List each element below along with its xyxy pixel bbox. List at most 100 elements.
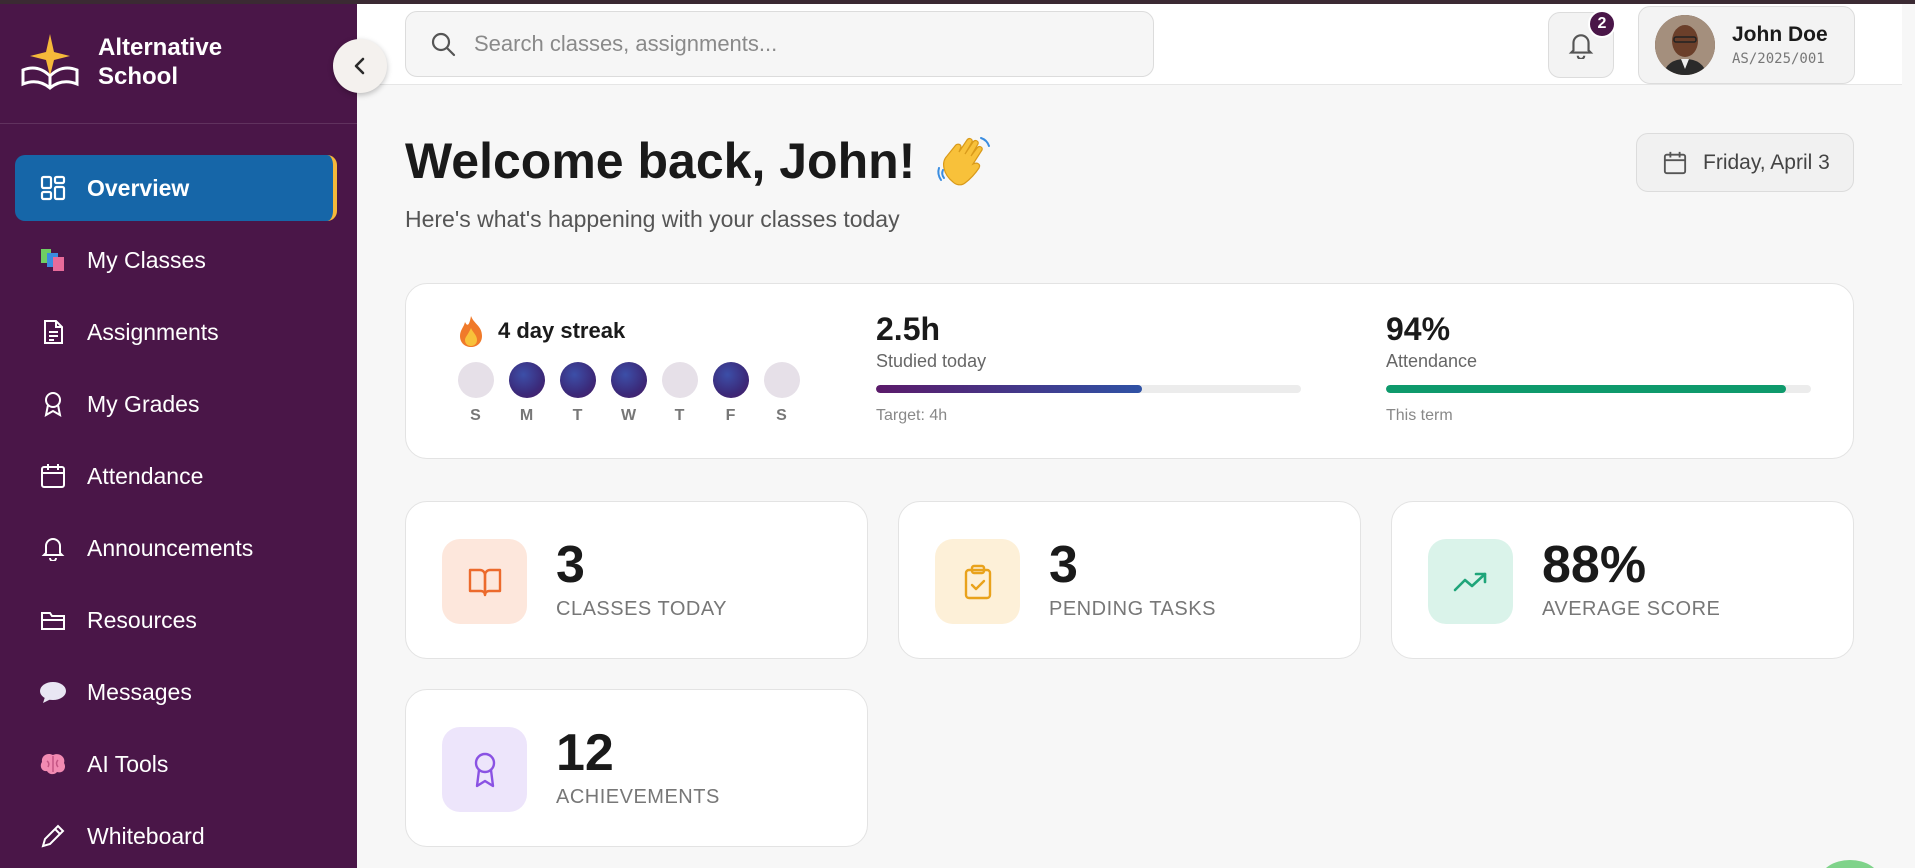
average-score-label: AVERAGE SCORE bbox=[1542, 598, 1721, 620]
attendance-progress-bar bbox=[1386, 385, 1811, 393]
average-score-card[interactable]: 88% AVERAGE SCORE bbox=[1391, 501, 1854, 659]
date-button[interactable]: Friday, April 3 bbox=[1636, 133, 1854, 192]
school-logo-icon bbox=[21, 34, 79, 90]
sidebar-item-label: Overview bbox=[87, 174, 190, 201]
card-icon-box bbox=[442, 539, 527, 624]
attendance-label: Attendance bbox=[1386, 351, 1478, 371]
sidebar-item-assignments[interactable]: Assignments bbox=[15, 299, 337, 365]
sidebar-item-attendance[interactable]: Attendance bbox=[15, 443, 337, 509]
average-score-value: 88% bbox=[1542, 536, 1647, 594]
attendance-note: This term bbox=[1386, 407, 1453, 424]
streak-day: T bbox=[552, 362, 603, 425]
sidebar-item-label: Announcements bbox=[87, 534, 254, 561]
books-icon bbox=[39, 246, 67, 274]
study-time-label: Studied today bbox=[876, 351, 987, 371]
sidebar-item-my-grades[interactable]: My Grades bbox=[15, 371, 337, 437]
streak-day-dot bbox=[610, 362, 647, 398]
sidebar-item-label: My Classes bbox=[87, 246, 206, 273]
streak-day: S bbox=[450, 362, 501, 425]
grid-icon bbox=[39, 174, 67, 202]
study-progress-fill bbox=[876, 385, 1142, 393]
pending-tasks-card[interactable]: 3 PENDING TASKS bbox=[898, 501, 1361, 659]
achievements-label: ACHIEVEMENTS bbox=[556, 786, 720, 808]
chevron-left-icon bbox=[354, 57, 365, 75]
avatar bbox=[1655, 15, 1715, 75]
classes-today-label: CLASSES TODAY bbox=[556, 598, 728, 620]
streak-day-dot bbox=[661, 362, 698, 398]
streak-day: S bbox=[756, 362, 807, 425]
brain-icon bbox=[39, 750, 67, 778]
achievements-card[interactable]: 12 ACHIEVEMENTS bbox=[405, 689, 868, 847]
award-icon bbox=[474, 752, 495, 787]
user-name: John Doe bbox=[1732, 23, 1828, 46]
sidebar-item-label: Assignments bbox=[87, 318, 219, 345]
streak-day-letter: W bbox=[620, 407, 637, 424]
streak-day-dot bbox=[712, 362, 749, 398]
streak-day: F bbox=[705, 362, 756, 425]
clipboard-check-icon bbox=[964, 564, 991, 599]
sidebar: Alternative School Overview My Classes A… bbox=[0, 0, 357, 868]
sidebar-item-resources[interactable]: Resources bbox=[15, 587, 337, 653]
streak-day: W bbox=[603, 362, 654, 425]
achievements-value: 12 bbox=[556, 724, 614, 782]
welcome-heading: Welcome back, John! bbox=[405, 132, 993, 190]
streak-label: 4 day streak bbox=[498, 318, 626, 343]
sidebar-item-my-classes[interactable]: My Classes bbox=[15, 227, 337, 293]
sidebar-item-overview[interactable]: Overview bbox=[15, 155, 337, 221]
streak-day-letter: S bbox=[776, 407, 787, 424]
award-icon bbox=[39, 390, 67, 418]
sidebar-item-label: Resources bbox=[87, 606, 197, 633]
page-title: Welcome back, John! bbox=[405, 133, 916, 189]
streak-day-dot bbox=[763, 362, 800, 398]
brand-name: Alternative School bbox=[98, 34, 223, 90]
streak-day-dot bbox=[559, 362, 596, 398]
attendance-value: 94% bbox=[1386, 311, 1451, 347]
folder-icon bbox=[39, 606, 67, 634]
streak-day-dot bbox=[508, 362, 545, 398]
search-bar[interactable] bbox=[405, 11, 1154, 77]
classes-today-card[interactable]: 3 CLASSES TODAY bbox=[405, 501, 868, 659]
sidebar-nav: Overview My Classes Assignments My Grade… bbox=[15, 155, 337, 868]
card-icon-box bbox=[1428, 539, 1513, 624]
streak-card: 4 day streak S M T W T F S 2.5h Studied … bbox=[405, 283, 1854, 459]
streak-day-letter: S bbox=[470, 407, 481, 424]
study-time-stat: 2.5h Studied today Target: 4h bbox=[876, 311, 1301, 425]
study-progress-bar bbox=[876, 385, 1301, 393]
attendance-stat: 94% Attendance This term bbox=[1386, 311, 1811, 425]
waving-hand-icon bbox=[937, 137, 991, 186]
study-target-note: Target: 4h bbox=[876, 407, 948, 424]
user-profile-button[interactable]: John Doe AS/2025/001 bbox=[1638, 6, 1855, 84]
streak-day-letter: F bbox=[725, 407, 736, 424]
calendar-icon bbox=[39, 462, 67, 490]
sidebar-item-whiteboard[interactable]: Whiteboard bbox=[15, 803, 337, 868]
user-id: AS/2025/001 bbox=[1732, 51, 1825, 67]
streak-day-dot bbox=[457, 362, 494, 398]
bell-icon bbox=[1568, 34, 1594, 59]
bell-icon bbox=[39, 534, 67, 562]
card-icon-box bbox=[442, 727, 527, 812]
streak-days: S M T W T F S bbox=[450, 362, 807, 425]
search-input[interactable] bbox=[474, 31, 1114, 57]
search-icon bbox=[431, 32, 456, 57]
trending-up-icon bbox=[1453, 572, 1486, 591]
streak-day-letter: T bbox=[572, 407, 583, 424]
brand[interactable]: Alternative School bbox=[20, 30, 238, 94]
pending-tasks-value: 3 bbox=[1049, 536, 1078, 594]
chat-widget-button[interactable] bbox=[1820, 860, 1880, 868]
card-icon-box bbox=[935, 539, 1020, 624]
page-subtitle: Here's what's happening with your classe… bbox=[405, 206, 900, 232]
sidebar-item-messages[interactable]: Messages bbox=[15, 659, 337, 725]
current-date: Friday, April 3 bbox=[1703, 150, 1830, 174]
document-icon bbox=[39, 318, 67, 346]
calendar-icon bbox=[1663, 151, 1687, 174]
pencil-icon bbox=[39, 822, 67, 850]
book-icon bbox=[468, 568, 501, 596]
classes-today-value: 3 bbox=[556, 536, 585, 594]
collapse-sidebar-button[interactable] bbox=[333, 39, 387, 93]
sidebar-item-announcements[interactable]: Announcements bbox=[15, 515, 337, 581]
sidebar-item-ai-tools[interactable]: AI Tools bbox=[15, 731, 337, 797]
sidebar-item-label: Whiteboard bbox=[87, 822, 205, 849]
window-top-border bbox=[0, 0, 1915, 4]
sidebar-item-label: My Grades bbox=[87, 390, 200, 417]
streak-day-letter: T bbox=[674, 407, 685, 424]
